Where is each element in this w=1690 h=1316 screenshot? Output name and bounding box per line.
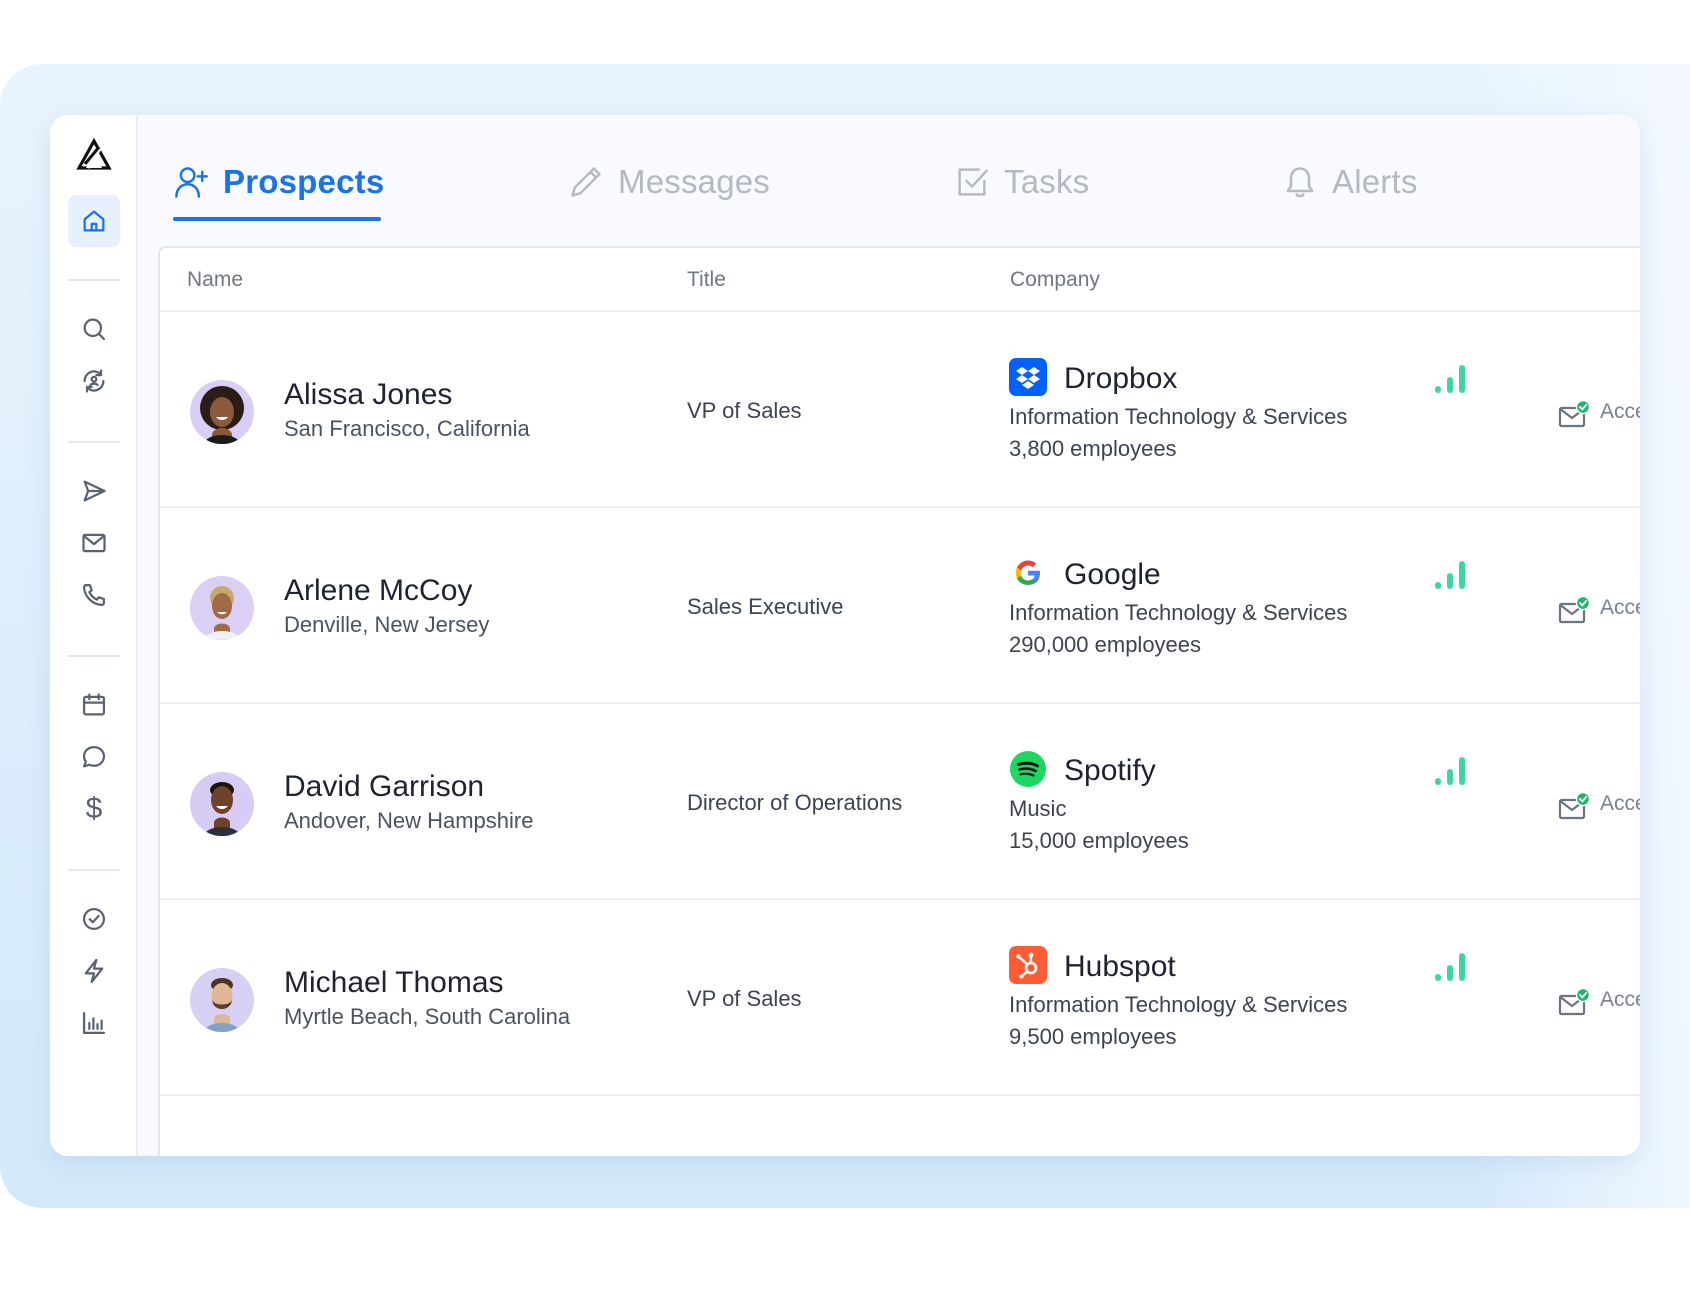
- prospect-title: Director of Operations: [687, 790, 903, 815]
- company-industry: Information Technology & Services: [1009, 600, 1348, 625]
- send-icon: [83, 480, 106, 502]
- sidebar-item-calendar[interactable]: [68, 679, 120, 731]
- lightning-icon: [84, 958, 104, 984]
- column-header-name[interactable]: Name: [187, 268, 243, 292]
- spotify-logo-icon: [1009, 750, 1047, 788]
- email-verified-icon[interactable]: [1558, 792, 1592, 822]
- company-industry: Music: [1009, 796, 1067, 821]
- signal-strength-icon: [1434, 364, 1466, 394]
- home-icon: [83, 210, 105, 232]
- prospects-table: Name Title Company Alissa Jones San Fran…: [158, 246, 1640, 1156]
- tab-messages[interactable]: Messages: [568, 159, 770, 205]
- prospect-name[interactable]: Michael Thomas: [284, 966, 504, 1000]
- checkbox-icon: [958, 168, 988, 196]
- company-employees: 3,800 employees: [1009, 436, 1177, 461]
- table-header: Name Title Company: [160, 248, 1640, 312]
- sidebar-item-phone[interactable]: [68, 569, 120, 621]
- prospect-location: Myrtle Beach, South Carolina: [284, 1004, 571, 1029]
- company-employees: 290,000 employees: [1009, 632, 1202, 657]
- company-name[interactable]: Hubspot: [1064, 950, 1176, 984]
- avatar[interactable]: [190, 576, 254, 640]
- tab-bar: Prospects Messages Tasks Alerts: [138, 115, 1640, 237]
- pencil-icon: [571, 167, 601, 197]
- user-plus-icon: [175, 167, 208, 198]
- email-verified-icon[interactable]: [1558, 400, 1592, 430]
- google-logo-icon: [1009, 554, 1047, 592]
- company-name[interactable]: Spotify: [1064, 754, 1156, 788]
- tab-alerts[interactable]: Alerts: [1282, 159, 1418, 205]
- table-row[interactable]: Arlene McCoy Denville, New Jersey Sales …: [160, 508, 1640, 704]
- email-verified-icon[interactable]: [1558, 988, 1592, 1018]
- bell-icon: [1286, 167, 1314, 198]
- status-label: Acce: [1600, 596, 1640, 619]
- prospect-title: VP of Sales: [687, 986, 802, 1011]
- prospect-name[interactable]: Arlene McCoy: [284, 574, 472, 608]
- sidebar-divider: [68, 655, 120, 657]
- prospect-location: Denville, New Jersey: [284, 612, 490, 637]
- status-label: Acce: [1600, 988, 1640, 1011]
- mail-icon: [82, 533, 106, 553]
- email-verified-icon[interactable]: [1558, 596, 1592, 626]
- sidebar-divider: [68, 869, 120, 871]
- signal-strength-icon: [1434, 952, 1466, 982]
- tab-tasks[interactable]: Tasks: [954, 159, 1089, 205]
- prospect-location: Andover, New Hampshire: [284, 808, 534, 833]
- table-row[interactable]: Michael Thomas Myrtle Beach, South Carol…: [160, 900, 1640, 1096]
- hubspot-logo-icon: [1009, 946, 1047, 984]
- company-industry: Information Technology & Services: [1009, 404, 1348, 429]
- signal-strength-icon: [1434, 756, 1466, 786]
- status-label: Acce: [1600, 400, 1640, 423]
- prospect-location: San Francisco, California: [284, 416, 530, 441]
- column-header-title[interactable]: Title: [687, 268, 726, 292]
- company-employees: 15,000 employees: [1009, 828, 1189, 853]
- sidebar-item-search[interactable]: [68, 303, 120, 355]
- table-row[interactable]: David Garrison Andover, New Hampshire Di…: [160, 704, 1640, 900]
- check-circle-icon: [82, 907, 106, 931]
- sidebar-divider: [68, 441, 120, 443]
- company-name[interactable]: Dropbox: [1064, 362, 1177, 396]
- calendar-icon: [82, 693, 106, 716]
- avatar[interactable]: [190, 772, 254, 836]
- sidebar-item-refresh[interactable]: [68, 355, 120, 407]
- dollar-icon: $: [85, 792, 103, 825]
- sidebar-item-automations[interactable]: [68, 945, 120, 997]
- table-row[interactable]: Alissa Jones San Francisco, California V…: [160, 312, 1640, 508]
- prospect-name[interactable]: Alissa Jones: [284, 378, 452, 412]
- sidebar-item-billing[interactable]: $: [68, 783, 120, 835]
- status-label: Acce: [1600, 792, 1640, 815]
- prospect-name[interactable]: David Garrison: [284, 770, 484, 804]
- signal-strength-icon: [1434, 560, 1466, 590]
- column-header-company[interactable]: Company: [1010, 268, 1100, 292]
- refresh-user-icon: [83, 369, 105, 393]
- sidebar-item-home[interactable]: [68, 195, 120, 247]
- sidebar-item-mail[interactable]: [68, 517, 120, 569]
- phone-icon: [82, 583, 106, 607]
- app-window: $ Prospects Messages Tasks Alerts Name T…: [50, 115, 1640, 1156]
- bar-chart-icon: [82, 1011, 106, 1035]
- company-industry: Information Technology & Services: [1009, 992, 1348, 1017]
- chat-icon: [82, 745, 106, 768]
- sidebar-item-send[interactable]: [68, 465, 120, 517]
- sidebar-divider: [68, 279, 120, 281]
- tab-prospects[interactable]: Prospects: [173, 159, 384, 205]
- avatar[interactable]: [190, 968, 254, 1032]
- dropbox-logo-icon: [1009, 358, 1047, 396]
- sidebar-item-reports[interactable]: [68, 997, 120, 1049]
- sidebar-item-chat[interactable]: [68, 731, 120, 783]
- avatar[interactable]: [190, 380, 254, 444]
- app-logo: [76, 135, 112, 171]
- prospect-title: VP of Sales: [687, 398, 802, 423]
- company-name[interactable]: Google: [1064, 558, 1161, 592]
- sidebar-item-tasks[interactable]: [68, 893, 120, 945]
- company-employees: 9,500 employees: [1009, 1024, 1177, 1049]
- prospect-title: Sales Executive: [687, 594, 844, 619]
- sidebar: $: [50, 115, 138, 1156]
- search-icon: [83, 318, 106, 341]
- active-tab-indicator: [173, 217, 381, 221]
